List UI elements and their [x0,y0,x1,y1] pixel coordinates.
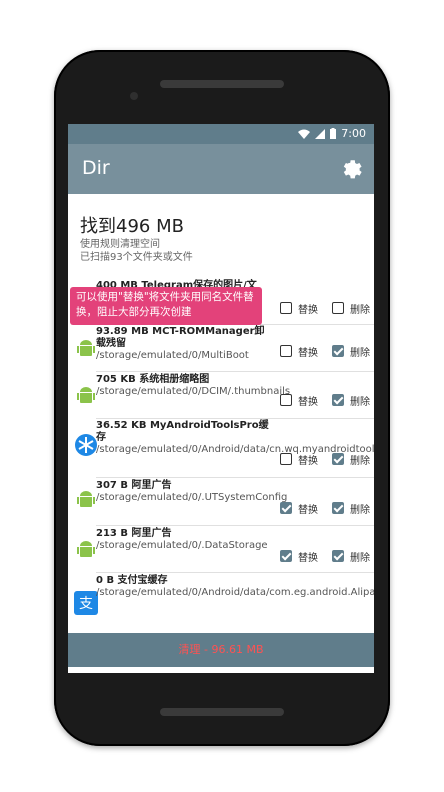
replace-checkbox[interactable] [280,302,292,314]
android-icon [77,387,95,403]
delete-label: 删除 [350,456,370,467]
gear-icon[interactable] [340,156,364,180]
top-speaker [160,80,284,88]
replace-checkbox[interactable] [280,345,292,357]
replace-label: 替换 [298,505,318,516]
item-path: /storage/emulated/0/Android/data/cn.wq.m… [96,444,374,455]
replace-checkbox[interactable] [280,453,292,465]
list-item[interactable]: 36.52 KB MyAndroidToolsPro缓存 /storage/em… [68,419,374,477]
delete-checkbox[interactable] [332,550,344,562]
item-title: 0 B 支付宝缓存 [96,575,168,586]
replace-label: 替换 [298,305,318,316]
list-item[interactable]: 93.89 MB MCT-ROMManager卸载残留 /storage/emu… [68,325,374,371]
item-title: 36.52 KB MyAndroidToolsPro缓存 [96,420,269,443]
replace-checkbox[interactable] [280,394,292,406]
item-path: /storage/emulated/0/DCIM/.thumbnails [96,386,291,397]
replace-checkbox[interactable] [280,502,292,514]
list-item[interactable]: 705 KB 系统相册缩略图 /storage/emulated/0/DCIM/… [68,372,374,418]
delete-label: 删除 [350,397,370,408]
svg-text:支: 支 [79,596,93,612]
found-size: 找到496 MB [80,216,184,237]
list-item[interactable]: 213 B 阿里广告 /storage/emulated/0/.DataStor… [68,526,374,572]
delete-label: 删除 [350,348,370,359]
hint-tooltip: 可以使用"替换"将文件夹用同名文件替换，阻止大部分再次创建 [70,287,262,325]
delete-label: 删除 [350,305,370,316]
status-time: 7:00 [341,127,366,140]
replace-label: 替换 [298,397,318,408]
replace-checkbox[interactable] [280,550,292,562]
delete-checkbox[interactable] [332,453,344,465]
app-toolbar: Dir [68,144,374,194]
front-camera [130,92,138,100]
item-path: /storage/emulated/0/MultiBoot [96,350,249,361]
wifi-icon [298,129,311,139]
delete-checkbox[interactable] [332,302,344,314]
list-item[interactable]: 支 0 B 支付宝缓存 /storage/emulated/0/Android/… [68,573,374,633]
item-path: /storage/emulated/0/Android/data/com.eg.… [96,587,374,598]
summary-line-2: 已扫描93个文件夹或文件 [80,252,193,263]
snowflake-icon [75,434,97,456]
signal-icon [315,128,326,139]
battery-icon [330,128,337,139]
item-path: /storage/emulated/0/.UTSystemConfig [96,492,288,503]
delete-checkbox[interactable] [332,345,344,357]
delete-checkbox[interactable] [332,394,344,406]
scan-summary: 找到496 MB 使用规则清理空间 已扫描93个文件夹或文件 [80,216,360,264]
alipay-icon: 支 [74,591,98,615]
delete-checkbox[interactable] [332,502,344,514]
summary-line-1: 使用规则清理空间 [80,239,160,250]
status-bar: 7:00 [68,124,374,144]
item-path: /storage/emulated/0/.DataStorage [96,540,268,551]
item-title: 705 KB 系统相册缩略图 [96,374,210,385]
item-title: 307 B 阿里广告 [96,480,172,491]
clean-button[interactable]: 清理 - 96.61 MB [68,633,374,667]
replace-label: 替换 [298,348,318,359]
item-title: 93.89 MB MCT-ROMManager卸载残留 [96,326,265,349]
item-title: 213 B 阿里广告 [96,528,172,539]
android-icon [77,340,95,356]
android-icon [77,491,95,507]
android-icon [77,541,95,557]
app-title: Dir [82,157,110,179]
app-screen: 7:00 Dir 找到496 MB 使用规则清理空间 已扫描93个文件夹或文件 … [68,124,374,673]
bottom-speaker [160,708,284,716]
list-item[interactable]: 307 B 阿里广告 /storage/emulated/0/.UTSystem… [68,478,374,525]
delete-label: 删除 [350,553,370,564]
replace-label: 替换 [298,553,318,564]
delete-label: 删除 [350,505,370,516]
replace-label: 替换 [298,456,318,467]
